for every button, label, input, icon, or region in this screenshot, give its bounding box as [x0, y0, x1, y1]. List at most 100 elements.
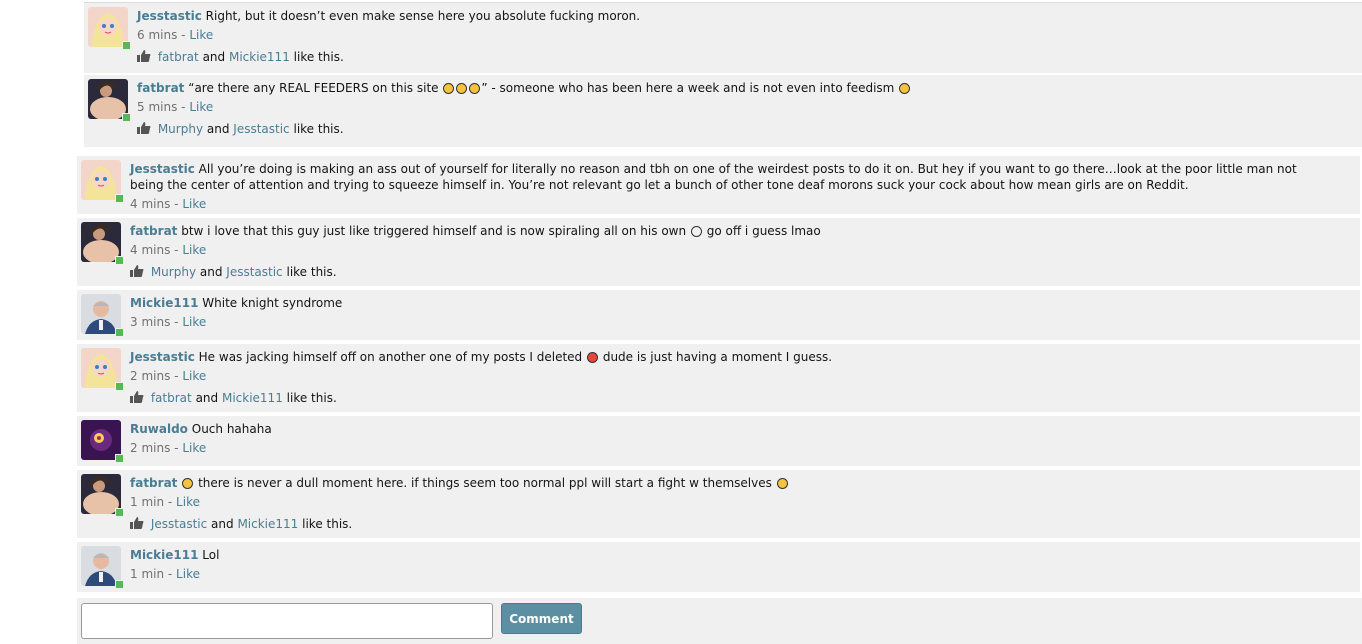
skull-emoji-icon: [690, 226, 702, 237]
like-link[interactable]: Like: [182, 369, 206, 383]
comment-time: 4 mins: [130, 243, 171, 257]
comment-text: ” - someone who has been here a week and…: [481, 81, 895, 95]
comment-body: fatbrat “are there any REAL FEEDERS on t…: [137, 80, 1332, 96]
comment-meta: 1 min - Like: [130, 567, 200, 581]
thumbs-up-icon: [137, 122, 151, 134]
emoji-icon: [443, 83, 455, 94]
emoji-icon: [469, 83, 481, 94]
comment-body: Jesstastic All you’re doing is making an…: [130, 161, 1330, 193]
comment: Mickie111 White knight syndrome 3 mins -…: [77, 290, 1360, 340]
emoji-icon: [776, 478, 788, 489]
comment-author[interactable]: fatbrat: [137, 81, 184, 95]
online-indicator: [115, 580, 124, 589]
comment-author[interactable]: Jesstastic: [130, 162, 195, 176]
comment-input[interactable]: [81, 603, 493, 639]
online-indicator: [115, 382, 124, 391]
like-link[interactable]: Like: [182, 243, 206, 257]
thumbs-up-icon: [130, 517, 144, 529]
liker-link[interactable]: Murphy: [158, 122, 203, 136]
thumbs-up-icon: [130, 265, 144, 277]
comment-author[interactable]: Mickie111: [130, 296, 198, 310]
like-link[interactable]: Like: [182, 197, 206, 211]
liker-link[interactable]: Jesstastic: [233, 122, 289, 136]
online-indicator: [122, 41, 131, 50]
online-indicator: [115, 328, 124, 337]
liker-link[interactable]: fatbrat: [151, 391, 192, 405]
likes-and: and: [199, 265, 223, 279]
like-link[interactable]: Like: [176, 567, 200, 581]
comment-author[interactable]: Jesstastic: [130, 350, 195, 364]
nested-reply: Jesstastic Right, but it doesn’t even ma…: [84, 3, 1362, 73]
online-indicator: [115, 256, 124, 265]
like-link[interactable]: Like: [189, 28, 213, 42]
likes-and: and: [211, 517, 234, 531]
comment-time: 5 mins: [137, 100, 178, 114]
online-indicator: [115, 508, 124, 517]
comment-meta: 6 mins - Like: [137, 28, 214, 42]
liker-link[interactable]: Mickie111: [222, 391, 283, 405]
likes-and: and: [195, 391, 219, 405]
thumbs-up-icon: [137, 50, 151, 62]
comment-author[interactable]: fatbrat: [130, 476, 177, 490]
like-link[interactable]: Like: [182, 315, 206, 329]
nested-replies: Jesstastic Right, but it doesn’t even ma…: [84, 2, 1362, 147]
comment-body: fatbrat btw i love that this guy just li…: [130, 223, 1330, 239]
comment: Mickie111 Lol 1 min - Like: [77, 542, 1360, 592]
clown-emoji-icon: [587, 352, 598, 363]
comment-body: Jesstastic Right, but it doesn’t even ma…: [137, 8, 1332, 24]
likes-and: and: [202, 50, 226, 64]
online-indicator: [122, 113, 131, 122]
comment-text: go off i guess lmao: [706, 224, 821, 238]
likes-suffix: like this.: [286, 265, 337, 279]
comment-meta: 4 mins - Like: [130, 197, 207, 211]
comment-form: Comment: [77, 598, 1362, 644]
comment-text: dude is just having a moment I guess.: [602, 350, 833, 364]
comment-time: 4 mins: [130, 197, 171, 211]
comment-author[interactable]: Jesstastic: [137, 9, 202, 23]
comment-text: Ouch hahaha: [191, 422, 272, 436]
like-link[interactable]: Like: [182, 441, 206, 455]
likes-summary: fatbrat and Mickie111 like this.: [130, 391, 337, 405]
comment-body: Mickie111 White knight syndrome: [130, 295, 1330, 311]
comment-author[interactable]: fatbrat: [130, 224, 177, 238]
liker-link[interactable]: Jesstastic: [226, 265, 282, 279]
liker-link[interactable]: Mickie111: [229, 50, 290, 64]
comment-meta: 2 mins - Like: [130, 441, 207, 455]
likes-summary: Murphy and Jesstastic like this.: [130, 265, 337, 279]
comment-text: btw i love that this guy just like trigg…: [181, 224, 687, 238]
comment-author[interactable]: Mickie111: [130, 548, 198, 562]
likes-suffix: like this.: [286, 391, 337, 405]
liker-link[interactable]: Murphy: [151, 265, 196, 279]
comment-body: Jesstastic He was jacking himself off on…: [130, 349, 1330, 365]
like-link[interactable]: Like: [189, 100, 213, 114]
liker-link[interactable]: Mickie111: [237, 517, 298, 531]
comment-text: Right, but it doesn’t even make sense he…: [205, 9, 641, 23]
comment: Jesstastic All you’re doing is making an…: [77, 156, 1360, 214]
likes-summary: fatbrat and Mickie111 like this.: [137, 50, 344, 64]
likes-suffix: like this.: [302, 517, 353, 531]
comment-time: 1 min: [130, 495, 165, 509]
likes-suffix: like this.: [293, 122, 344, 136]
comment-body: fatbrat there is never a dull moment her…: [130, 475, 1330, 491]
comment-time: 2 mins: [130, 369, 171, 383]
comment: fatbrat there is never a dull moment her…: [77, 470, 1360, 538]
likes-summary: Murphy and Jesstastic like this.: [137, 122, 344, 136]
comment-text: He was jacking himself off on another on…: [198, 350, 583, 364]
comment-time: 6 mins: [137, 28, 178, 42]
liker-link[interactable]: fatbrat: [158, 50, 199, 64]
likes-suffix: like this.: [293, 50, 344, 64]
comment-meta: 3 mins - Like: [130, 315, 207, 329]
comment-body: Mickie111 Lol: [130, 547, 1330, 563]
comment: fatbrat btw i love that this guy just li…: [77, 218, 1360, 286]
comment-text: “are there any REAL FEEDERS on this site: [188, 81, 439, 95]
like-link[interactable]: Like: [176, 495, 200, 509]
comment-text: there is never a dull moment here. if th…: [198, 476, 772, 490]
likes-summary: Jesstastic and Mickie111 like this.: [130, 517, 352, 531]
online-indicator: [115, 194, 124, 203]
nested-reply: fatbrat “are there any REAL FEEDERS on t…: [84, 75, 1362, 147]
emoji-icon: [899, 83, 911, 94]
comment: Ruwaldo Ouch hahaha 2 mins - Like: [77, 416, 1360, 466]
liker-link[interactable]: Jesstastic: [151, 517, 207, 531]
comment-button[interactable]: Comment: [501, 603, 582, 634]
comment-author[interactable]: Ruwaldo: [130, 422, 188, 436]
